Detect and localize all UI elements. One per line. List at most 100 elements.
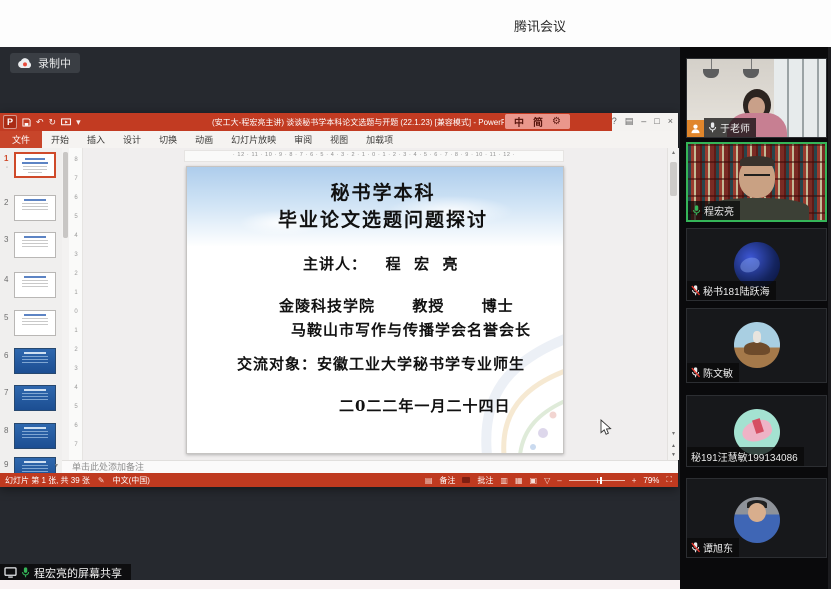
zoom-level[interactable]: 79%: [643, 476, 659, 485]
redo-icon[interactable]: ↻: [49, 117, 57, 127]
ime-indicator[interactable]: 中 简 ⚙: [505, 114, 570, 129]
notes-pane[interactable]: 单击此处添加备注: [62, 460, 678, 473]
slide-thumbnail-7[interactable]: [14, 385, 56, 411]
zoom-out-icon[interactable]: –: [557, 476, 561, 485]
participant-name-label: 于老师: [704, 118, 756, 137]
next-slide-button[interactable]: ▼: [669, 451, 678, 459]
tile-wanghuimin[interactable]: 秘191汪慧敏199134086: [686, 395, 827, 467]
slide-thumbnail-8[interactable]: [14, 423, 56, 449]
mic-muted-icon: [691, 285, 700, 296]
slide-audience-line: 交流对象：安徽工业大学秘书学专业师生: [187, 353, 564, 374]
participant-name-label: 陈文敏: [687, 363, 739, 382]
slide-thumbnail-3[interactable]: [14, 232, 56, 258]
reading-view-icon[interactable]: ▣: [530, 476, 538, 485]
slide-thumbnail-5[interactable]: [14, 310, 56, 336]
normal-view-icon[interactable]: ▥: [500, 476, 508, 485]
participants-sidebar: 于老师 程宏亮 秘书181陆跃海: [680, 47, 831, 589]
spellcheck-icon[interactable]: ✎: [98, 476, 105, 485]
slide-title-line1: 秘书学本科: [187, 178, 563, 205]
avatar: [734, 497, 780, 543]
tab-addins[interactable]: 加载项: [357, 131, 402, 148]
slide-speaker-line: 主讲人： 程 宏 亮: [187, 253, 564, 274]
video-tile-chenghongliang[interactable]: 程宏亮: [686, 142, 827, 222]
tab-file[interactable]: 文件: [0, 131, 42, 148]
notes-toggle-icon[interactable]: ▤: [425, 476, 433, 485]
zoom-in-icon[interactable]: +: [632, 476, 637, 485]
slide-scrollbar[interactable]: ▴ ▾ ▲ ▼: [667, 148, 679, 460]
participant-name: 谭旭东: [703, 540, 733, 555]
video-tile-yulaoshi[interactable]: 于老师: [686, 58, 827, 138]
tile-chenwenmin[interactable]: 陈文敏: [686, 308, 827, 383]
comments-icon[interactable]: [462, 477, 470, 483]
mic-on-icon: [708, 122, 717, 133]
zoom-slider[interactable]: [569, 480, 625, 481]
start-slideshow-icon[interactable]: [61, 118, 71, 127]
slide-thumbnail-6[interactable]: [14, 348, 56, 374]
thumb-number: 2: [4, 198, 8, 207]
comments-toggle-label[interactable]: 批注: [477, 475, 493, 486]
slide-decoration-swirl: [393, 333, 563, 453]
save-icon[interactable]: [22, 118, 31, 127]
bottom-strip: [0, 580, 680, 589]
notes-collapse-icon[interactable]: ▾: [55, 462, 58, 469]
tab-transitions[interactable]: 切换: [150, 131, 186, 148]
thumb-number: 3: [4, 235, 8, 244]
tab-home[interactable]: 开始: [42, 131, 78, 148]
slideshow-view-icon[interactable]: ▽: [544, 476, 550, 485]
ppt-window-controls: ? ▤ – □ ×: [612, 116, 673, 127]
ime-lang[interactable]: 中: [514, 114, 524, 129]
thumbnail-scrollbar[interactable]: [62, 148, 69, 460]
slide-counter: 幻灯片 第 1 张, 共 39 张: [5, 475, 90, 486]
notes-toggle-label[interactable]: 备注: [439, 475, 455, 486]
previous-slide-button[interactable]: ▲: [669, 442, 678, 450]
ppt-status-bar: 幻灯片 第 1 张, 共 39 张 ✎ 中文(中国) ▤ 备注 批注 ▥ ▦ ▣…: [0, 473, 678, 487]
restore-button[interactable]: □: [654, 116, 659, 127]
tab-review[interactable]: 审阅: [285, 131, 321, 148]
slide-canvas[interactable]: 秘书学本科 毕业论文选题问题探讨 主讲人： 程 宏 亮 金陵科技学院 教授 博士…: [186, 166, 564, 454]
close-button[interactable]: ×: [668, 116, 673, 127]
thumb-number: 4: [4, 275, 8, 284]
slide-date-line: 二0二二年一月二十四日: [187, 395, 564, 416]
ime-settings-gear-icon[interactable]: ⚙: [552, 116, 561, 127]
scroll-down-icon[interactable]: ▾: [668, 430, 679, 437]
tab-design[interactable]: 设计: [114, 131, 150, 148]
ppt-window-title: (安工大-程宏亮主讲) 谈谈秘书学本科论文选题与开题 (22.1.23) [兼容…: [212, 117, 504, 128]
scrollbar-thumb[interactable]: [670, 162, 677, 196]
slide-thumbnail-2[interactable]: [14, 195, 56, 221]
tab-animations[interactable]: 动画: [186, 131, 222, 148]
tile-tanxudong[interactable]: 谭旭东: [686, 478, 827, 558]
fit-to-window-icon[interactable]: ⛶: [666, 475, 672, 485]
scroll-up-icon[interactable]: ▴: [668, 149, 679, 156]
mic-on-icon: [21, 567, 30, 578]
avatar: [734, 322, 780, 368]
ribbon-tab-bar: 文件 开始 插入 设计 切换 动画 幻灯片放映 审阅 视图 加载项: [0, 131, 678, 149]
horizontal-ruler: · 12 · 11 · 10 · 9 · 8 · 7 · 6 · 5 · 4 ·…: [184, 150, 564, 162]
help-button[interactable]: ?: [612, 116, 617, 127]
qat-customize-icon[interactable]: ▾: [76, 117, 81, 127]
undo-icon[interactable]: ↶: [36, 117, 44, 127]
participant-name: 秘书181陆跃海: [703, 283, 770, 298]
participant-name-label: 谭旭东: [687, 538, 739, 557]
tile-luyuehai[interactable]: 秘书181陆跃海: [686, 228, 827, 301]
tab-slideshow[interactable]: 幻灯片放映: [222, 131, 285, 148]
slide-thumbnail-9[interactable]: [14, 457, 56, 473]
ime-mode[interactable]: 简: [533, 114, 543, 129]
ribbon-options-button[interactable]: ▤: [625, 116, 634, 127]
recording-badge[interactable]: 录制中: [10, 53, 80, 73]
tencent-meeting-window: 腾讯会议 录制中 P ↶ ↻ ▾ (安工大-程宏亮主讲) 谈谈秘书学本科论文选题…: [0, 0, 831, 589]
tab-insert[interactable]: 插入: [78, 131, 114, 148]
mic-muted-icon: [691, 542, 700, 553]
mic-muted-icon: [691, 367, 700, 378]
slide-affiliation-line1: 金陵科技学院 教授 博士: [187, 295, 564, 316]
slide-thumbnail-4[interactable]: [14, 272, 56, 298]
language-label[interactable]: 中文(中国): [113, 475, 150, 486]
tab-view[interactable]: 视图: [321, 131, 357, 148]
minimize-button[interactable]: –: [641, 116, 646, 127]
meeting-titlebar: 腾讯会议: [0, 0, 831, 47]
slide-sorter-view-icon[interactable]: ▦: [515, 476, 523, 485]
participant-name: 程宏亮: [704, 203, 734, 218]
thumb-number: 1: [4, 154, 8, 163]
participant-name: 秘191汪慧敏199134086: [691, 449, 798, 464]
slide-thumbnail-1[interactable]: [14, 152, 56, 178]
host-badge-icon: [687, 120, 704, 137]
